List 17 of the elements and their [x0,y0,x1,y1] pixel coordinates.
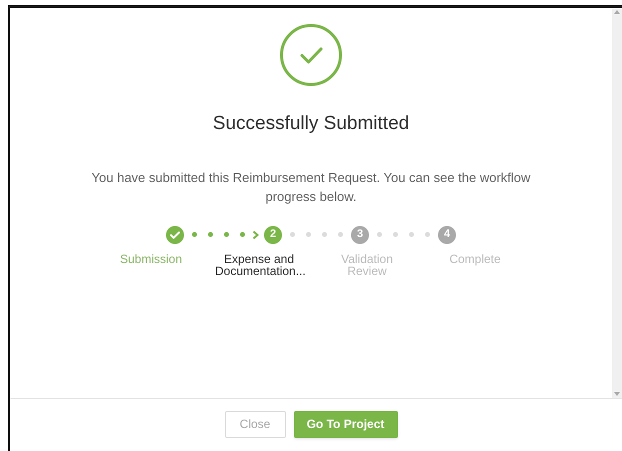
scroll-down-icon[interactable] [614,392,620,396]
step-number: 4 [438,226,456,244]
scroll-up-icon[interactable] [614,10,620,14]
scrollbar[interactable] [612,8,622,398]
go-to-project-button[interactable]: Go To Project [294,410,398,438]
close-button[interactable]: Close [224,410,286,438]
step-label: Expense and Documentation... [214,252,307,276]
step-number: 2 [264,226,282,244]
success-check-icon [279,23,343,87]
step-label: Validation Review [340,252,394,276]
check-icon [166,226,184,244]
step-number: 3 [351,226,369,244]
step-label: Submission [118,252,184,268]
step-label: Complete [448,252,502,268]
chevron-icon [252,230,259,240]
confirmation-message: You have submitted this Reimbursement Request. You can see the workflow progress below. [90,168,532,206]
dialog-title: Successfully Submitted [212,112,410,136]
